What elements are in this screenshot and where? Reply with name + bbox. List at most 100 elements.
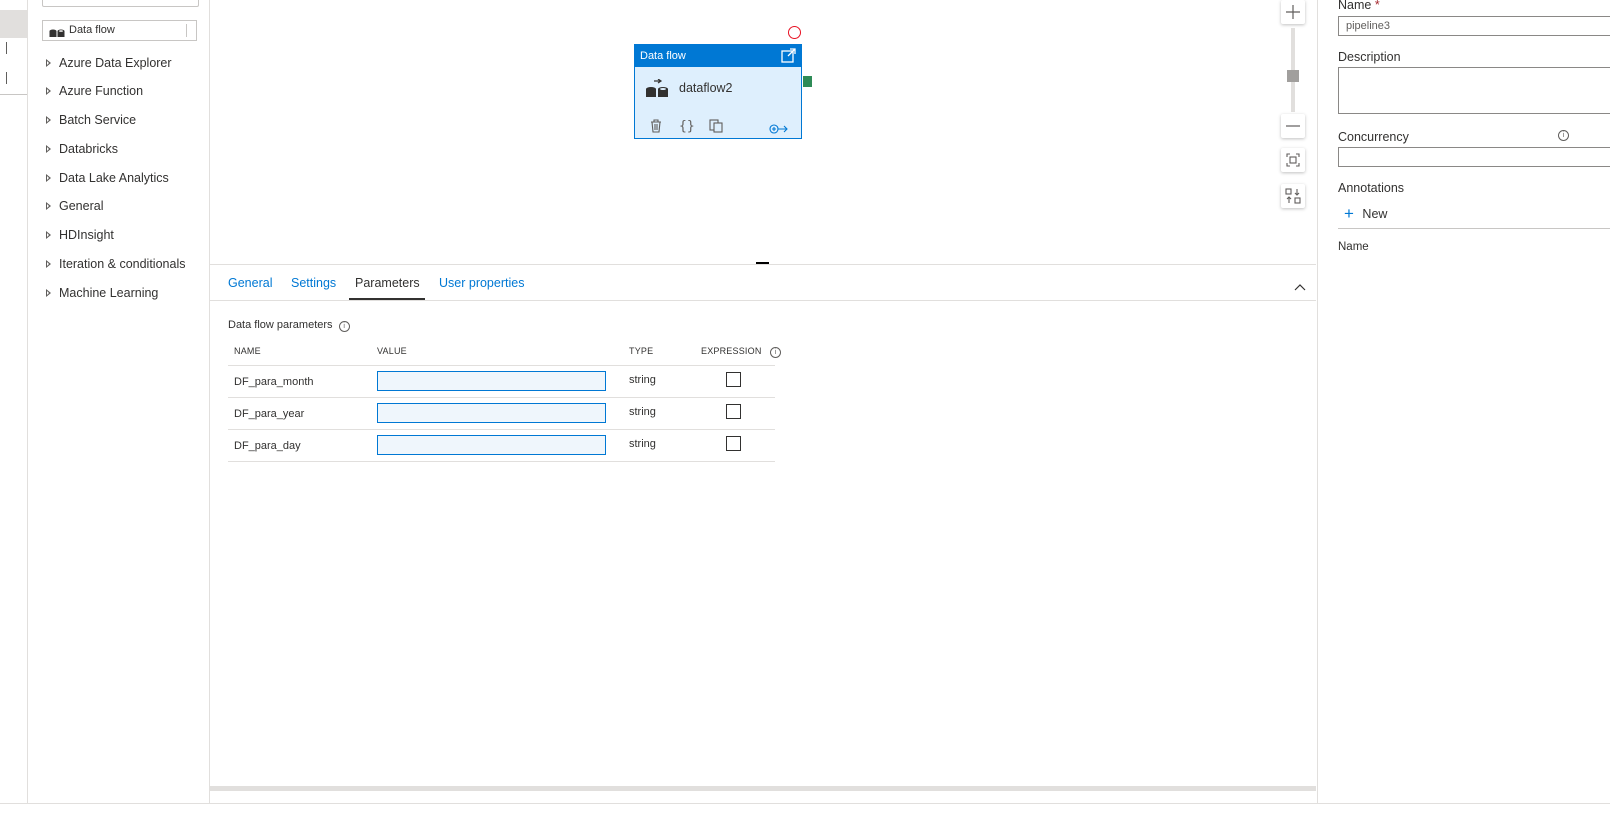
- activities-panel: Data flow Azure Data Explorer Azure Func…: [28, 0, 210, 803]
- activity-item-data-flow[interactable]: Data flow: [42, 20, 197, 41]
- annotations-label: Annotations: [1338, 181, 1405, 195]
- row-divider: [228, 461, 775, 462]
- activity-node-body: dataflow2: [635, 67, 801, 107]
- tab-parameters[interactable]: Parameters: [355, 276, 420, 290]
- param-name: DF_para_month: [234, 376, 314, 388]
- zoom-slider-thumb[interactable]: [1287, 70, 1299, 82]
- category-iteration-conditionals[interactable]: Iteration & conditionals: [45, 254, 185, 274]
- activity-node-name: dataflow2: [679, 81, 733, 95]
- section-title: Data flow parameters i: [228, 319, 350, 332]
- properties-panel: General Settings Parameters User propert…: [210, 264, 1316, 804]
- column-header-expression-text: EXPRESSION: [701, 346, 762, 356]
- name-label: Name *: [1338, 0, 1380, 12]
- new-annotation-label: New: [1362, 207, 1388, 221]
- param-value-input[interactable]: [377, 435, 606, 455]
- expression-checkbox[interactable]: [726, 404, 741, 419]
- expand-triangle-icon: [46, 145, 51, 153]
- section-title-text: Data flow parameters: [228, 319, 333, 331]
- activity-node-dataflow[interactable]: Data flow dataflow2 {}: [634, 44, 802, 139]
- tab-general[interactable]: General: [228, 276, 272, 290]
- category-label: Iteration & conditionals: [59, 257, 186, 271]
- category-label: General: [59, 199, 104, 213]
- category-azure-function[interactable]: Azure Function: [45, 81, 143, 101]
- category-azure-data-explorer[interactable]: Azure Data Explorer: [45, 53, 172, 73]
- activities-search-input[interactable]: [42, 0, 199, 7]
- status-bar: [0, 803, 1610, 826]
- info-icon[interactable]: i: [1558, 130, 1569, 141]
- activity-node-header: Data flow: [635, 45, 801, 67]
- column-header-type: TYPE: [629, 346, 654, 356]
- code-braces-icon[interactable]: {}: [679, 119, 695, 134]
- expand-triangle-icon: [46, 202, 51, 210]
- category-label: Batch Service: [59, 113, 137, 127]
- category-data-lake-analytics[interactable]: Data Lake Analytics: [45, 168, 169, 188]
- category-batch-service[interactable]: Batch Service: [45, 110, 136, 130]
- copy-icon[interactable]: [709, 119, 723, 138]
- tab-user-properties[interactable]: User properties: [439, 276, 524, 290]
- left-nav-item-icon[interactable]: [0, 42, 7, 54]
- data-flow-icon: [645, 78, 669, 102]
- category-general[interactable]: General: [45, 196, 103, 216]
- concurrency-input[interactable]: [1338, 147, 1610, 167]
- new-annotation-button[interactable]: + New: [1344, 203, 1387, 223]
- category-databricks[interactable]: Databricks: [45, 139, 118, 159]
- category-label: Data Lake Analytics: [59, 171, 169, 185]
- collapse-panel-icon[interactable]: [1294, 278, 1306, 296]
- table-header-divider: [228, 365, 775, 366]
- pipeline-canvas[interactable]: Data flow dataflow2 {}: [210, 0, 1316, 264]
- success-output-port[interactable]: [803, 76, 812, 87]
- expression-checkbox[interactable]: [726, 436, 741, 451]
- name-label-text: Name: [1338, 0, 1372, 12]
- description-label: Description: [1338, 50, 1401, 64]
- tab-divider: [210, 300, 1316, 301]
- category-label: Azure Function: [59, 84, 144, 98]
- zoom-out-button[interactable]: [1281, 114, 1305, 138]
- fit-to-screen-button[interactable]: [1281, 148, 1305, 172]
- validation-error-icon[interactable]: [788, 26, 801, 39]
- left-nav-item-icon[interactable]: [0, 72, 7, 84]
- pipeline-name-input[interactable]: pipeline3: [1338, 16, 1610, 36]
- info-icon[interactable]: i: [770, 347, 782, 358]
- param-type: string: [629, 406, 656, 418]
- description-textarea[interactable]: [1338, 67, 1610, 114]
- info-icon[interactable]: i: [338, 321, 350, 332]
- concurrency-label: Concurrency: [1338, 130, 1409, 144]
- param-value-input[interactable]: [377, 371, 606, 391]
- param-name: DF_para_day: [234, 440, 301, 452]
- plus-icon: +: [1344, 204, 1354, 223]
- expand-triangle-icon: [46, 59, 51, 67]
- left-nav-divider: [0, 94, 27, 95]
- category-hdinsight[interactable]: HDInsight: [45, 225, 114, 245]
- param-name: DF_para_year: [234, 408, 305, 420]
- left-nav-selected-item[interactable]: [0, 10, 27, 38]
- activity-node-type: Data flow: [640, 50, 686, 62]
- category-label: Azure Data Explorer: [59, 56, 172, 70]
- column-header-name: NAME: [234, 346, 261, 356]
- data-flow-icon: [49, 26, 65, 45]
- column-header-expression: EXPRESSION i: [701, 346, 782, 358]
- expand-triangle-icon: [46, 260, 51, 268]
- drag-divider: [186, 24, 187, 37]
- param-value-input[interactable]: [377, 403, 606, 423]
- delete-icon[interactable]: [650, 119, 662, 138]
- pipeline-properties-panel: Name * pipeline3 Description Concurrency…: [1317, 0, 1610, 803]
- add-output-icon[interactable]: [769, 121, 789, 139]
- annotations-column-header: Name: [1338, 241, 1369, 253]
- expand-triangle-icon: [46, 289, 51, 297]
- category-label: HDInsight: [59, 228, 114, 242]
- auto-align-button[interactable]: [1281, 184, 1305, 208]
- left-nav-strip: [0, 0, 28, 803]
- activity-item-label: Data flow: [69, 24, 115, 36]
- expand-triangle-icon: [46, 116, 51, 124]
- expand-triangle-icon: [46, 87, 51, 95]
- zoom-in-button[interactable]: [1281, 0, 1305, 24]
- annotations-divider: [1338, 228, 1610, 229]
- expression-checkbox[interactable]: [726, 372, 741, 387]
- expand-triangle-icon: [46, 174, 51, 182]
- tab-settings[interactable]: Settings: [291, 276, 336, 290]
- category-machine-learning[interactable]: Machine Learning: [45, 283, 158, 303]
- param-type: string: [629, 438, 656, 450]
- column-header-value: VALUE: [377, 346, 407, 356]
- horizontal-scrollbar[interactable]: [210, 786, 1316, 791]
- row-divider: [228, 397, 775, 398]
